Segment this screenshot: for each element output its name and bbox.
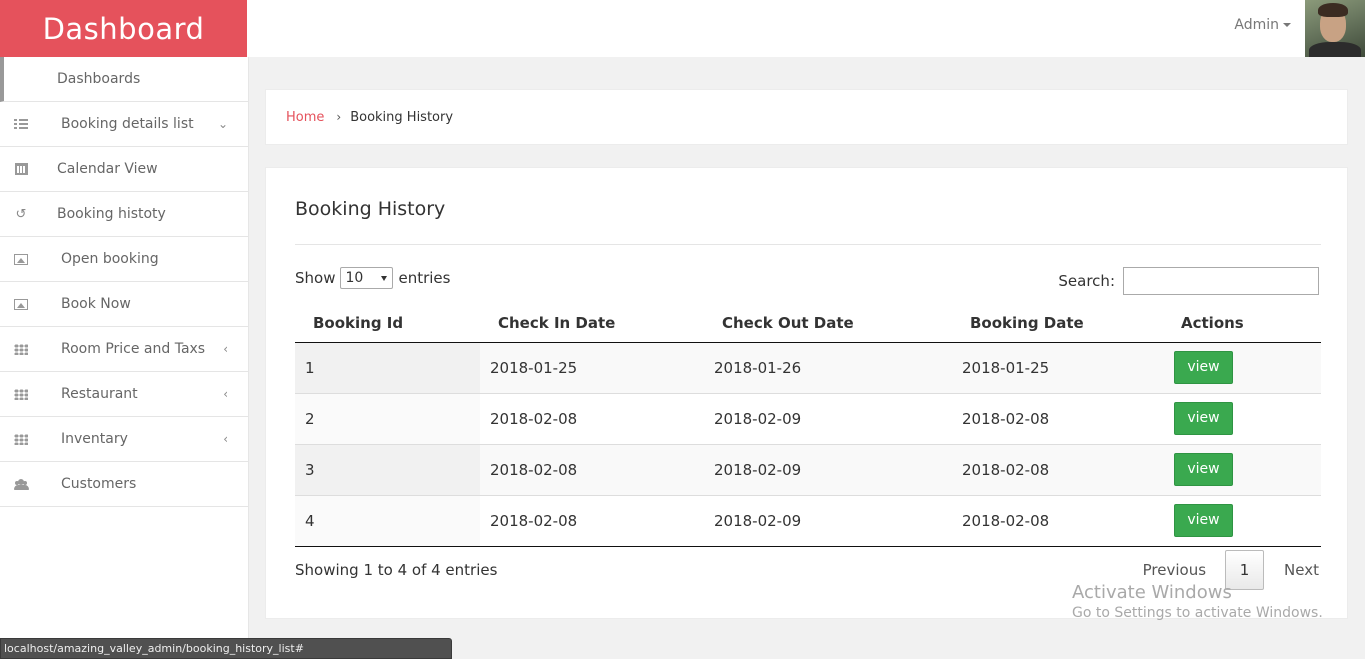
- sidebar-item-label: Calendar View: [57, 161, 158, 177]
- divider: [295, 244, 1321, 245]
- column-header-check-out-date[interactable]: Check Out Date: [704, 304, 952, 343]
- column-header-booking-id[interactable]: Booking Id: [295, 304, 480, 343]
- actions-cell: view: [1172, 393, 1321, 445]
- chevron-down-icon: ⌄: [217, 117, 228, 131]
- sidebar-item-book-now[interactable]: Book Now: [0, 282, 248, 327]
- booking-date-cell: 2018-02-08: [952, 495, 1172, 547]
- watermark-line-2: Go to Settings to activate Windows.: [1072, 605, 1323, 621]
- sidebar-item-label: Booking histoty: [57, 206, 166, 222]
- brand-logo[interactable]: Dashboard: [0, 0, 247, 57]
- search-label: Search:: [1058, 272, 1115, 290]
- caret-down-icon: [1283, 23, 1291, 27]
- sidebar-item-label: Open booking: [61, 251, 159, 267]
- sidebar-item-label: Dashboards: [57, 71, 141, 87]
- view-button[interactable]: view: [1174, 402, 1233, 435]
- next-page-button[interactable]: Next: [1284, 561, 1319, 579]
- column-header-actions[interactable]: Actions: [1172, 304, 1321, 343]
- chevron-right-icon: ›: [336, 110, 342, 124]
- users-icon: [14, 477, 29, 491]
- check-in-cell: 2018-01-25: [480, 342, 704, 394]
- check-in-cell: 2018-02-08: [480, 444, 704, 496]
- view-button[interactable]: view: [1174, 453, 1233, 486]
- grid-icon: [14, 342, 28, 356]
- page-size-select[interactable]: 10: [340, 267, 394, 289]
- admin-user-menu[interactable]: Admin: [1234, 17, 1291, 33]
- column-header-booking-date[interactable]: Booking Date: [952, 304, 1172, 343]
- booking-date-cell: 2018-02-08: [952, 393, 1172, 445]
- show-entries-control: Show 10 entries: [295, 267, 450, 289]
- booking-history-panel: Booking History Show 10 entries Search: …: [265, 167, 1348, 619]
- activate-windows-watermark: Activate Windows Go to Settings to activ…: [1072, 582, 1323, 621]
- image-icon: [14, 252, 28, 266]
- booking-id-cell: 2: [295, 393, 480, 445]
- sidebar-item-label: Restaurant: [61, 386, 138, 402]
- view-button[interactable]: view: [1174, 351, 1233, 384]
- breadcrumb-home-link[interactable]: Home: [286, 110, 324, 125]
- chevron-left-icon: ‹: [223, 432, 228, 446]
- avatar[interactable]: [1305, 0, 1365, 57]
- chevron-left-icon: ‹: [223, 387, 228, 401]
- sidebar-item-label: Book Now: [61, 296, 131, 312]
- previous-page-button[interactable]: Previous: [1143, 561, 1206, 579]
- sidebar-item-label: Booking details list: [61, 116, 194, 132]
- breadcrumb: Home › Booking History: [265, 89, 1348, 145]
- table-row: 4 2018-02-08 2018-02-09 2018-02-08 view: [295, 495, 1321, 547]
- booking-date-cell: 2018-01-25: [952, 342, 1172, 394]
- booking-date-cell: 2018-02-08: [952, 444, 1172, 496]
- sidebar-item-restaurant[interactable]: Restaurant ‹: [0, 372, 248, 417]
- booking-id-cell: 1: [295, 342, 480, 394]
- booking-id-cell: 4: [295, 495, 480, 547]
- sidebar-item-booking-details-list[interactable]: Booking details list ⌄: [0, 102, 248, 147]
- table-row: 1 2018-01-25 2018-01-26 2018-01-25 view: [295, 342, 1321, 394]
- check-out-cell: 2018-02-09: [704, 495, 952, 547]
- grid-icon: [14, 432, 28, 446]
- page-title: Booking History: [295, 198, 446, 220]
- sidebar-item-calendar-view[interactable]: Calendar View: [0, 147, 248, 192]
- caret-down-icon: [381, 275, 388, 281]
- sidebar: Dashboards Booking details list ⌄ Calend…: [0, 57, 249, 659]
- check-in-cell: 2018-02-08: [480, 393, 704, 445]
- entries-label: entries: [398, 269, 451, 287]
- sidebar-item-label: Inventary: [61, 431, 128, 447]
- calendar-icon: [14, 162, 28, 176]
- sidebar-item-inventary[interactable]: Inventary ‹: [0, 417, 248, 462]
- watermark-line-1: Activate Windows: [1072, 582, 1232, 603]
- grid-icon: [14, 387, 28, 401]
- actions-cell: view: [1172, 495, 1321, 547]
- view-button[interactable]: view: [1174, 504, 1233, 537]
- image-icon: [14, 297, 28, 311]
- table-header-row: Booking Id Check In Date Check Out Date …: [295, 304, 1321, 343]
- history-icon: ↺: [15, 206, 27, 222]
- booking-table: Booking Id Check In Date Check Out Date …: [295, 304, 1321, 547]
- sidebar-item-dashboards[interactable]: Dashboards: [0, 57, 248, 102]
- actions-cell: view: [1172, 342, 1321, 394]
- booking-id-cell: 3: [295, 444, 480, 496]
- table-info: Showing 1 to 4 of 4 entries: [295, 561, 498, 579]
- sidebar-item-room-price-and-taxs[interactable]: Room Price and Taxs ‹: [0, 327, 248, 372]
- sidebar-item-open-booking[interactable]: Open booking: [0, 237, 248, 282]
- sidebar-item-label: Customers: [61, 476, 137, 492]
- actions-cell: view: [1172, 444, 1321, 496]
- table-row: 2 2018-02-08 2018-02-09 2018-02-08 view: [295, 393, 1321, 445]
- check-out-cell: 2018-02-09: [704, 393, 952, 445]
- chevron-left-icon: ‹: [223, 342, 228, 356]
- search-input[interactable]: [1123, 267, 1319, 295]
- list-icon: [14, 117, 28, 131]
- table-row: 3 2018-02-08 2018-02-09 2018-02-08 view: [295, 444, 1321, 496]
- column-header-check-in-date[interactable]: Check In Date: [480, 304, 704, 343]
- show-label: Show: [295, 269, 336, 287]
- sidebar-item-booking-history[interactable]: ↺ Booking histoty: [0, 192, 248, 237]
- search-control: Search:: [1058, 267, 1319, 295]
- check-out-cell: 2018-01-26: [704, 342, 952, 394]
- check-in-cell: 2018-02-08: [480, 495, 704, 547]
- check-out-cell: 2018-02-09: [704, 444, 952, 496]
- page-size-value: 10: [345, 270, 364, 286]
- admin-label: Admin: [1234, 17, 1279, 33]
- sidebar-item-customers[interactable]: Customers: [0, 462, 248, 507]
- breadcrumb-current: Booking History: [350, 109, 454, 125]
- sidebar-item-label: Room Price and Taxs: [61, 341, 206, 357]
- top-bar: Admin: [247, 0, 1365, 57]
- browser-status-url: localhost/amazing_valley_admin/booking_h…: [0, 638, 452, 659]
